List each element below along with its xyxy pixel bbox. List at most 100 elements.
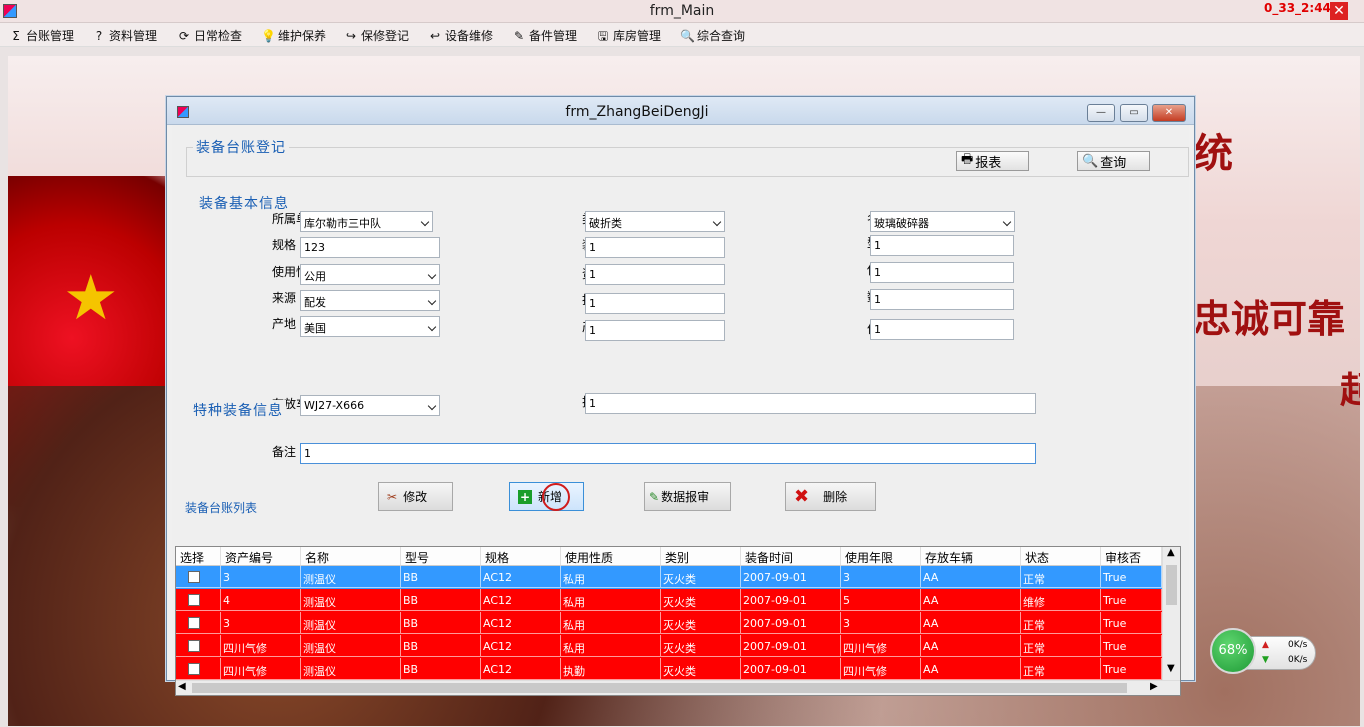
bulb-icon: 💡	[261, 28, 276, 43]
batch-input[interactable]: 1	[585, 293, 725, 314]
menu-item-8[interactable]: 🖫 库房管理	[596, 27, 661, 44]
scroll-down-icon[interactable]: ▼	[1167, 663, 1175, 674]
name-select[interactable]: 玻璃破碎器	[870, 211, 1015, 232]
table-cell: 2007-09-01	[741, 635, 841, 657]
source-select[interactable]: 配发	[300, 290, 440, 311]
column-header-6[interactable]: 使用性质	[561, 547, 661, 566]
menu-item-1[interactable]: Σ 台账管理	[9, 27, 74, 44]
column-header-9[interactable]: 使用年限	[841, 547, 921, 566]
menu-item-9[interactable]: 🔍 综合查询	[680, 27, 745, 44]
table-cell: AC12	[481, 589, 561, 611]
model-input[interactable]: 1	[870, 235, 1014, 256]
report-button[interactable]: 🖶 报表	[956, 151, 1029, 171]
dialog-close-button[interactable]: ✕	[1152, 104, 1186, 122]
column-header-11[interactable]: 状态	[1021, 547, 1101, 566]
scroll-thumb[interactable]	[1166, 565, 1177, 605]
table-cell: True	[1101, 612, 1162, 634]
menu-item-label: 保修登记	[361, 29, 410, 43]
remark-input[interactable]: 1	[300, 443, 1036, 464]
add-button[interactable]: + 新增	[509, 482, 584, 511]
category-select[interactable]: 破折类	[585, 211, 725, 232]
scroll-right-icon[interactable]: ▶	[1150, 681, 1158, 692]
column-header-5[interactable]: 规格	[481, 547, 561, 566]
maker-input[interactable]: 1	[585, 320, 725, 341]
printer-icon: 🖶	[961, 152, 974, 167]
table-cell: 灭火类	[661, 658, 741, 680]
group-title: 装备台账登记	[193, 137, 289, 157]
minimize-button[interactable]: —	[1087, 104, 1115, 122]
menu-item-3[interactable]: ⟳ 日常检查	[177, 27, 242, 44]
download-speed: 0K/s	[1288, 655, 1308, 665]
tech-params-input[interactable]: 1	[585, 393, 1036, 414]
quantity-input[interactable]: 1	[870, 289, 1014, 310]
column-header-10[interactable]: 存放车辆	[921, 547, 1021, 566]
vehicle-select[interactable]: WJ27-X666	[300, 395, 440, 416]
scroll-left-icon[interactable]: ◀	[178, 681, 186, 692]
scroll-up-icon[interactable]: ▲	[1167, 547, 1175, 558]
table-cell: BB	[401, 612, 481, 634]
table-cell: 3	[221, 612, 301, 634]
row-checkbox[interactable]	[188, 640, 200, 652]
download-arrow-icon: ▼	[1262, 655, 1269, 665]
close-icon[interactable]: ✕	[1330, 2, 1348, 20]
table-cell: 灭火类	[661, 635, 741, 657]
column-header-1[interactable]: 选择	[176, 547, 221, 566]
table-cell: 四川气修	[221, 658, 301, 680]
delete-button[interactable]: ✖ 删除	[785, 482, 876, 511]
dialog-title-bar[interactable]: frm_ZhangBeiDengJi — ▭ ✕	[167, 97, 1194, 125]
query-button[interactable]: 🔍 查询	[1077, 151, 1150, 171]
menu-item-label: 台账管理	[26, 29, 75, 43]
spec-input[interactable]: 123	[300, 237, 440, 258]
menu-item-label: 设备维修	[445, 29, 494, 43]
table-row[interactable]: 3 测温仪 BB AC12 私用 灭火类 2007-09-01 3 AA 正常 True	[176, 566, 1162, 589]
menu-item-7[interactable]: ✎ 备件管理	[512, 27, 577, 44]
table-row[interactable]: 4 测温仪 BB AC12 私用 灭火类 2007-09-01 5 AA 维修 True	[176, 589, 1162, 612]
pencil-icon: ✎	[513, 28, 525, 43]
menu-item-label: 资料管理	[109, 29, 158, 43]
row-checkbox[interactable]	[188, 617, 200, 629]
column-header-7[interactable]: 类别	[661, 547, 741, 566]
maximize-button[interactable]: ▭	[1120, 104, 1148, 122]
row-checkbox[interactable]	[188, 594, 200, 606]
price-input[interactable]: 1	[870, 319, 1014, 340]
row-checkbox[interactable]	[188, 663, 200, 675]
select-cell[interactable]	[176, 635, 221, 657]
table-row[interactable]: 3 测温仪 BB AC12 私用 灭火类 2007-09-01 3 AA 正常 True	[176, 612, 1162, 635]
column-header-12[interactable]: 审核否	[1101, 547, 1162, 566]
column-header-2[interactable]: 资产编号	[221, 547, 301, 566]
column-header-8[interactable]: 装备时间	[741, 547, 841, 566]
service-years-input[interactable]: 1	[870, 262, 1014, 283]
table-cell: 4	[221, 589, 301, 611]
horizontal-scrollbar[interactable]: ◀ ▶	[176, 680, 1180, 695]
asset-info-input[interactable]: 1	[585, 264, 725, 285]
row-checkbox[interactable]	[188, 571, 200, 583]
slogan-text-1: 统	[1193, 130, 1233, 177]
origin-select[interactable]: 美国	[300, 316, 440, 337]
menu-item-5[interactable]: ↪ 保修登记	[344, 27, 409, 44]
select-cell[interactable]	[176, 612, 221, 634]
submit-review-button[interactable]: ✎ 数据报审	[644, 482, 731, 511]
table-row[interactable]: 四川气修 测温仪 BB AC12 私用 灭火类 2007-09-01 四川气修 AA 正常 True	[176, 635, 1162, 658]
select-cell[interactable]	[176, 566, 221, 588]
table-cell: 正常	[1021, 635, 1101, 657]
column-header-3[interactable]: 名称	[301, 547, 401, 566]
save-icon: 🖫	[597, 28, 609, 43]
column-header-4[interactable]: 型号	[401, 547, 481, 566]
usage-select[interactable]: 公用	[300, 264, 440, 285]
table-cell: 灭火类	[661, 589, 741, 611]
select-cell[interactable]	[176, 589, 221, 611]
table-row[interactable]: 四川气修 测温仪 BB AC12 执勤 灭火类 2007-09-01 四川气修 AA 正常 True	[176, 658, 1162, 681]
menu-item-4[interactable]: 💡 维护保养	[261, 27, 326, 44]
edit-button[interactable]: ✂ 修改	[378, 482, 453, 511]
menu-item-2[interactable]: ? 资料管理	[92, 27, 157, 44]
equip-date-input[interactable]: 1	[585, 237, 725, 258]
menu-item-6[interactable]: ↩ 设备维修	[428, 27, 493, 44]
unit-select[interactable]: 库尔勒市三中队	[300, 211, 433, 232]
ledger-grid[interactable]: 选择 资产编号 名称 型号 规格 使用性质 类别 装备时间 使用年限 存放车辆 状态 审核否 3 测温仪…	[175, 546, 1181, 696]
network-monitor-widget[interactable]: 68% ▲ 0K/s ▼ 0K/s	[1210, 628, 1318, 676]
table-cell: AA	[921, 635, 1021, 657]
table-cell: AC12	[481, 612, 561, 634]
select-cell[interactable]	[176, 658, 221, 680]
vertical-scrollbar[interactable]: ▲ ▼	[1162, 547, 1180, 681]
h-scroll-thumb[interactable]	[192, 683, 1127, 693]
